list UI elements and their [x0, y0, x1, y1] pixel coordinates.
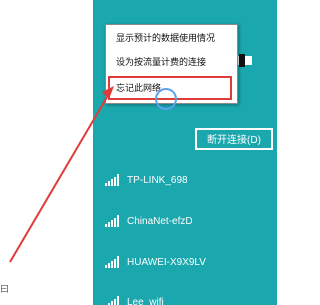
network-name: Lee_wifi — [127, 296, 164, 305]
network-item-chinanet[interactable]: ChinaNet-efzD — [105, 211, 193, 231]
wifi-signal-icon — [105, 296, 119, 305]
network-item-tp-link[interactable]: TP-LINK_698 — [105, 170, 188, 190]
network-name: ChinaNet-efzD — [127, 215, 193, 227]
disconnect-button[interactable]: 断开连接(D) — [195, 128, 273, 150]
wifi-signal-icon — [105, 256, 119, 268]
menu-item-set-metered[interactable]: 设为按流量计费的连接 — [116, 56, 206, 68]
network-name: HUAWEI-X9X9LV — [127, 256, 206, 268]
connection-toggle-thumb[interactable] — [239, 54, 245, 67]
network-name: TP-LINK_698 — [127, 174, 188, 186]
wifi-signal-icon — [105, 215, 119, 227]
network-item-lee-wifi[interactable]: Lee_wifi — [105, 292, 164, 305]
menu-item-show-data-usage[interactable]: 显示预计的数据使用情况 — [116, 32, 215, 44]
cursor-icon — [155, 88, 177, 110]
wifi-signal-icon — [105, 174, 119, 186]
network-item-huawei[interactable]: HUAWEI-X9X9LV — [105, 252, 206, 272]
corner-text: 曰 — [0, 284, 10, 294]
background-page: 曰 — [0, 0, 93, 305]
